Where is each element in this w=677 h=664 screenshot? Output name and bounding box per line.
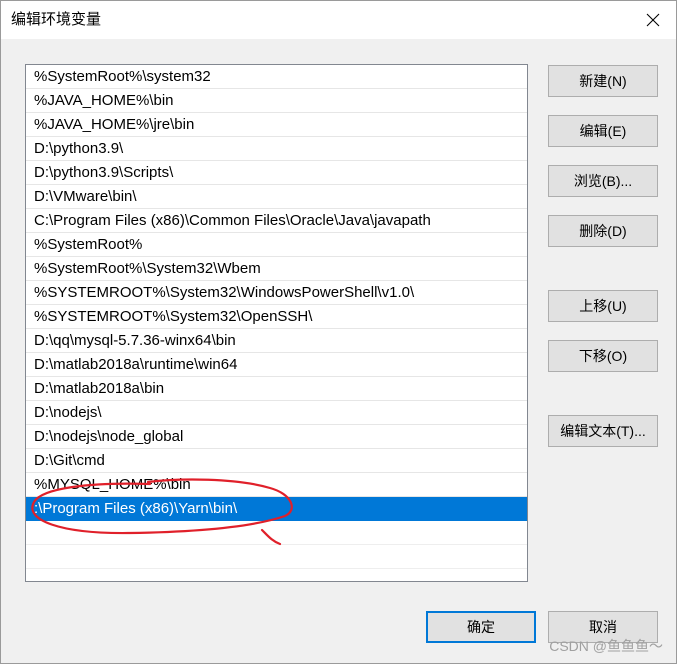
list-item[interactable]: D:\python3.9\: [26, 137, 527, 161]
edit-text-button[interactable]: 编辑文本(T)...: [548, 415, 658, 447]
watermark: CSDN @鱼鱼鱼～: [549, 638, 663, 654]
list-item[interactable]: %SystemRoot%\system32: [26, 65, 527, 89]
list-item-selected[interactable]: :\Program Files (x86)\Yarn\bin\: [26, 497, 527, 521]
close-button[interactable]: [630, 1, 676, 39]
empty-list-row[interactable]: [26, 545, 527, 569]
list-item[interactable]: C:\Program Files (x86)\Common Files\Orac…: [26, 209, 527, 233]
empty-list-row[interactable]: [26, 521, 527, 545]
window-title: 编辑环境变量: [11, 11, 102, 28]
path-list[interactable]: %SystemRoot%\system32 %JAVA_HOME%\bin %JAV…: [25, 64, 528, 582]
title-bar: 编辑环境变量: [1, 1, 676, 39]
edit-button[interactable]: 编辑(E): [548, 115, 658, 147]
list-item[interactable]: D:\qq\mysql-5.7.36-winx64\bin: [26, 329, 527, 353]
list-item[interactable]: D:\matlab2018a\bin: [26, 377, 527, 401]
list-item[interactable]: %JAVA_HOME%\bin: [26, 89, 527, 113]
ok-button[interactable]: 确定: [426, 611, 536, 643]
list-item[interactable]: %SystemRoot%: [26, 233, 527, 257]
browse-button[interactable]: 浏览(B)...: [548, 165, 658, 197]
list-item[interactable]: D:\python3.9\Scripts\: [26, 161, 527, 185]
list-item[interactable]: D:\nodejs\: [26, 401, 527, 425]
edit-env-var-dialog: 编辑环境变量 %SystemRoot%\system32 %JAVA_HOME%\…: [0, 0, 677, 664]
list-item[interactable]: %MYSQL_HOME%\bin: [26, 473, 527, 497]
new-button[interactable]: 新建(N): [548, 65, 658, 97]
close-icon: [646, 13, 660, 27]
list-item[interactable]: %JAVA_HOME%\jre\bin: [26, 113, 527, 137]
list-item[interactable]: D:\VMware\bin\: [26, 185, 527, 209]
list-item[interactable]: %SystemRoot%\System32\Wbem: [26, 257, 527, 281]
move-down-button[interactable]: 下移(O): [548, 340, 658, 372]
list-item[interactable]: %SYSTEMROOT%\System32\OpenSSH\: [26, 305, 527, 329]
move-up-button[interactable]: 上移(U): [548, 290, 658, 322]
delete-button[interactable]: 删除(D): [548, 215, 658, 247]
list-item[interactable]: D:\matlab2018a\runtime\win64: [26, 353, 527, 377]
list-item[interactable]: D:\nodejs\node_global: [26, 425, 527, 449]
list-item[interactable]: %SYSTEMROOT%\System32\WindowsPowerShell\…: [26, 281, 527, 305]
list-item[interactable]: D:\Git\cmd: [26, 449, 527, 473]
